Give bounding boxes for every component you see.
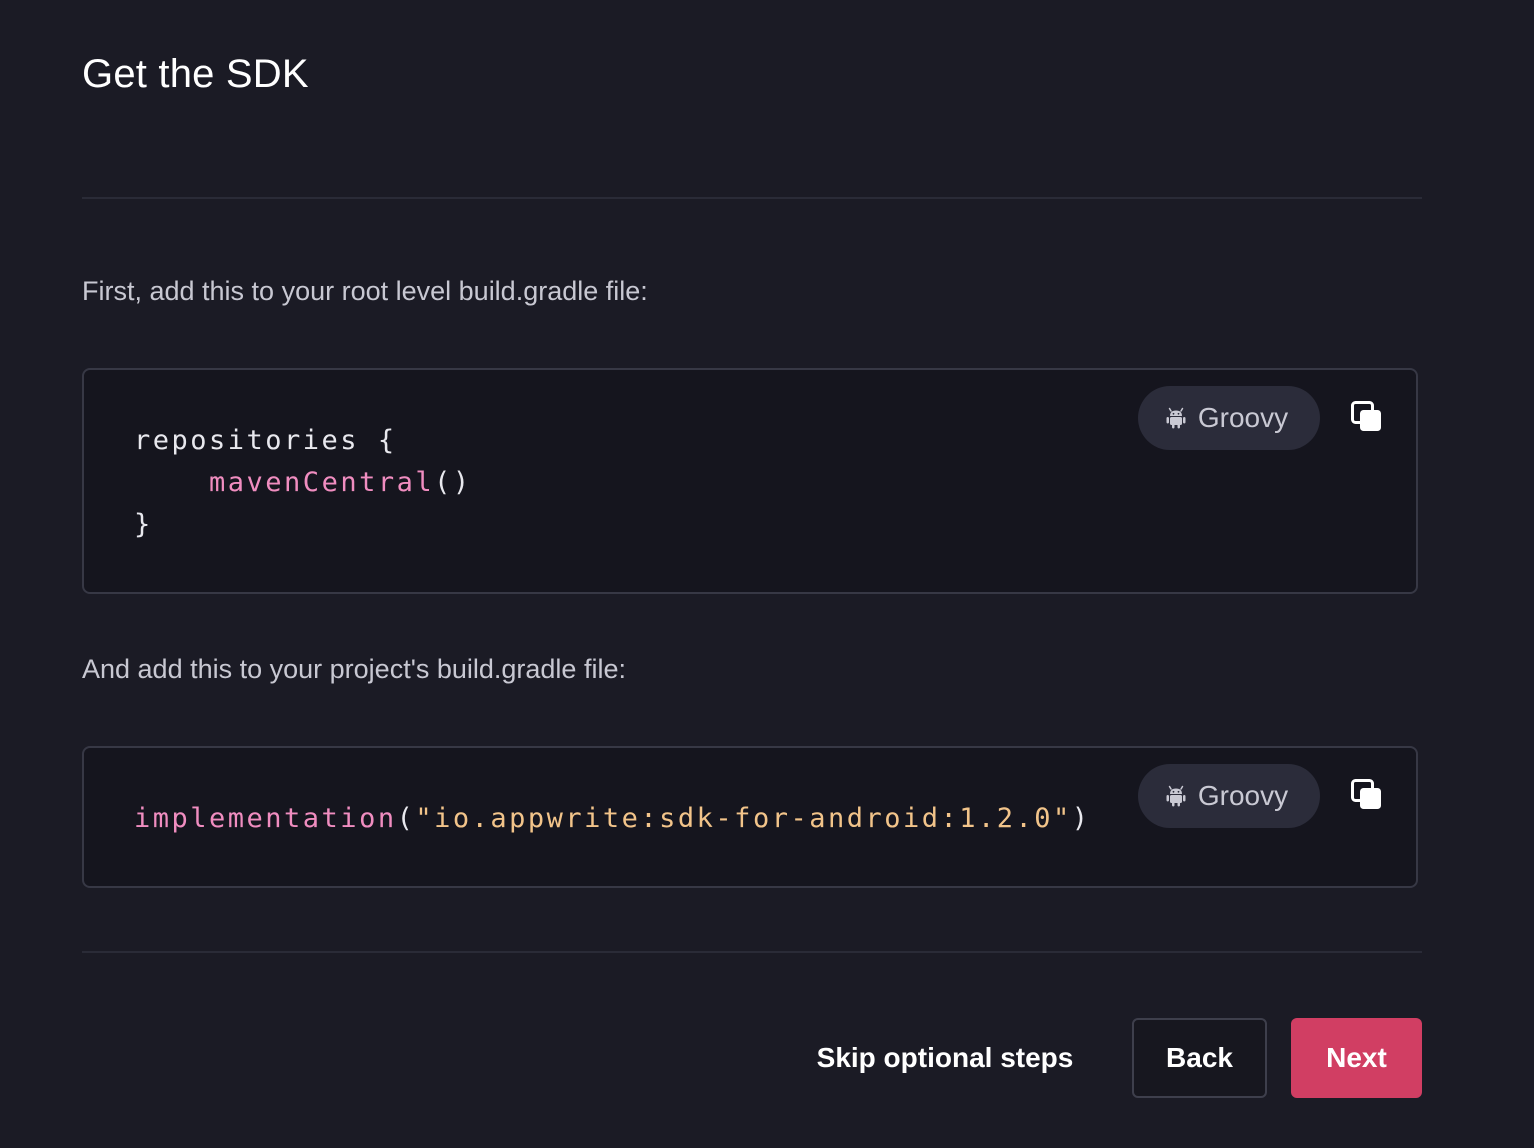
footer-divider <box>82 951 1422 953</box>
back-button[interactable]: Back <box>1132 1018 1267 1098</box>
project-gradle-code-block: implementation("io.appwrite:sdk-for-andr… <box>82 746 1418 888</box>
code-function: mavenCentral <box>209 467 435 498</box>
root-gradle-instruction: First, add this to your root level build… <box>82 276 648 306</box>
skip-optional-steps-button[interactable]: Skip optional steps <box>804 1018 1086 1098</box>
sdk-setup-page: Get the SDK First, add this to your root… <box>0 0 1534 1148</box>
code-content: implementation("io.appwrite:sdk-for-andr… <box>134 798 1091 840</box>
code-line: } <box>134 509 153 540</box>
page-title: Get the SDK <box>82 52 309 96</box>
code-line: repositories { <box>134 425 397 456</box>
language-selector[interactable]: Groovy <box>1138 764 1320 828</box>
copy-button[interactable] <box>1350 400 1384 438</box>
code-line: implementation("io.appwrite:sdk-for-andr… <box>134 803 1091 834</box>
code-function: implementation <box>134 803 397 834</box>
copy-button[interactable] <box>1350 778 1384 816</box>
root-gradle-code-block: repositories { mavenCentral()} Groovy <box>82 368 1418 594</box>
header-divider <box>82 197 1422 199</box>
code-content: repositories { mavenCentral()} <box>134 420 472 546</box>
next-button[interactable]: Next <box>1291 1018 1422 1098</box>
android-icon <box>1166 407 1186 429</box>
code-line: mavenCentral() <box>209 467 472 498</box>
android-icon <box>1166 785 1186 807</box>
copy-icon <box>1351 778 1383 816</box>
language-selector[interactable]: Groovy <box>1138 386 1320 450</box>
language-label: Groovy <box>1197 402 1289 433</box>
code-string: "io.appwrite:sdk-for-android:1.2.0" <box>415 803 1072 834</box>
project-gradle-instruction: And add this to your project's build.gra… <box>82 654 626 684</box>
language-label: Groovy <box>1197 780 1289 811</box>
copy-icon <box>1351 400 1383 438</box>
